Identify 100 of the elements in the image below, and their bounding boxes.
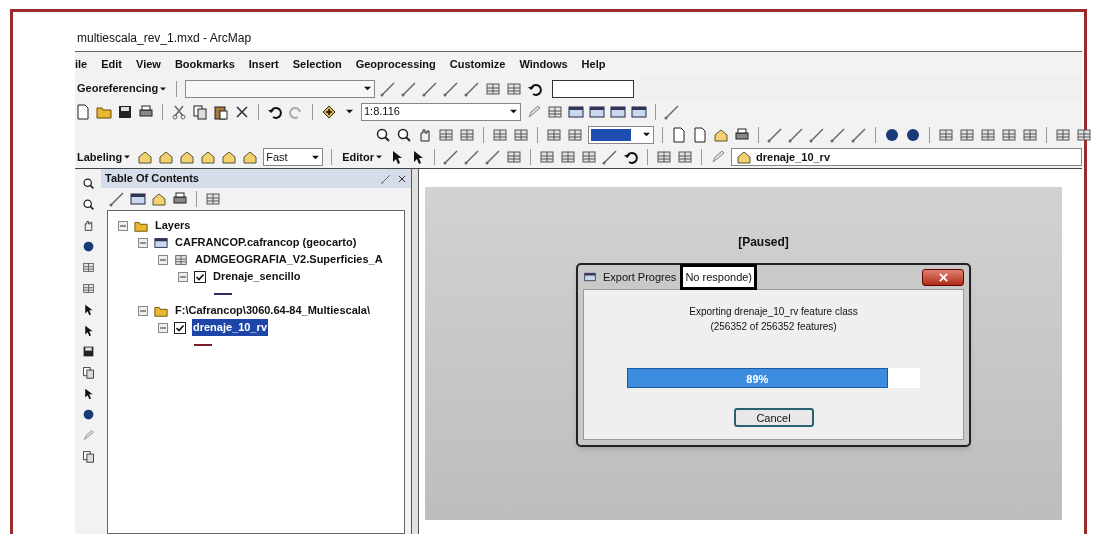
editor-menu[interactable]: Editor: [340, 148, 384, 166]
zoom-icon[interactable]: [375, 126, 391, 143]
zoom-icon[interactable]: [396, 126, 412, 143]
grid-icon[interactable]: [506, 149, 522, 165]
menu-item[interactable]: Windows: [519, 56, 568, 73]
menu-item[interactable]: Insert: [248, 56, 279, 73]
grid-icon[interactable]: [567, 126, 583, 143]
menu-item[interactable]: Bookmarks: [174, 56, 235, 73]
grid-icon[interactable]: [959, 126, 975, 143]
zoom-icon[interactable]: [81, 177, 95, 190]
grid-icon[interactable]: [438, 126, 454, 143]
copy-icon[interactable]: [81, 450, 95, 463]
target-layer-dropdown[interactable]: drenaje_10_rv: [731, 148, 1082, 166]
line-tool-icon[interactable]: [109, 191, 125, 207]
undo-icon[interactable]: [623, 149, 639, 165]
copy-icon[interactable]: [192, 103, 208, 120]
layer-name[interactable]: Layers: [154, 217, 192, 234]
collapse-icon[interactable]: [178, 271, 188, 282]
menu-item[interactable]: Geoprocessing: [355, 56, 436, 73]
window-icon[interactable]: [631, 103, 647, 120]
zoom-icon[interactable]: [81, 198, 95, 211]
checkbox[interactable]: [194, 270, 206, 283]
grid-icon[interactable]: [205, 191, 221, 207]
label-quality-dropdown[interactable]: Fast: [263, 148, 324, 166]
grid-icon[interactable]: [506, 80, 523, 97]
panel-splitter[interactable]: [411, 169, 419, 534]
line-tool-icon[interactable]: [809, 126, 825, 143]
layer-name[interactable]: ADMGEOGRAFIA_V2.Superficies_A: [194, 251, 384, 268]
grid-icon[interactable]: [1076, 126, 1092, 143]
printer-icon[interactable]: [734, 126, 750, 143]
grid-icon[interactable]: [938, 126, 954, 143]
menu-item[interactable]: Edit: [101, 56, 122, 73]
grid-icon[interactable]: [539, 149, 555, 165]
grid-icon[interactable]: [513, 126, 529, 143]
add-data-icon[interactable]: [321, 103, 337, 120]
grid-icon[interactable]: [656, 149, 672, 165]
line-tool-icon[interactable]: [443, 80, 460, 97]
cancel-button[interactable]: Cancel: [733, 408, 814, 427]
menu-item[interactable]: Customize: [449, 56, 506, 73]
window-icon[interactable]: [568, 103, 584, 120]
delete-icon[interactable]: [397, 173, 407, 184]
line-tool-icon[interactable]: [464, 80, 481, 97]
collapse-icon[interactable]: [138, 305, 148, 316]
grid-icon[interactable]: [459, 126, 475, 143]
layer-name[interactable]: drenaje_10_rv: [192, 319, 268, 336]
menu-item[interactable]: Help: [581, 56, 606, 73]
window-icon[interactable]: [589, 103, 605, 120]
checkbox[interactable]: [174, 321, 186, 334]
grid-icon[interactable]: [1055, 126, 1071, 143]
paste-icon[interactable]: [213, 103, 229, 120]
grid-icon[interactable]: [547, 103, 563, 120]
printer-icon[interactable]: [138, 103, 154, 120]
window-icon[interactable]: [130, 191, 146, 207]
delete-icon[interactable]: [234, 103, 250, 120]
line-tool-icon[interactable]: [851, 126, 867, 143]
line-tool-icon[interactable]: [788, 126, 804, 143]
pencil-icon[interactable]: [710, 149, 726, 165]
line-tool-icon[interactable]: [443, 149, 459, 165]
new-document-icon[interactable]: [671, 126, 687, 143]
menu-item[interactable]: View: [136, 56, 161, 73]
menu-item[interactable]: Selection: [292, 56, 342, 73]
grid-icon[interactable]: [81, 261, 95, 274]
close-button[interactable]: [922, 268, 964, 286]
menu-item[interactable]: ile: [75, 56, 88, 73]
save-icon[interactable]: [117, 103, 133, 120]
printer-icon[interactable]: [172, 191, 188, 207]
grid-icon[interactable]: [581, 149, 597, 165]
collapse-icon[interactable]: [138, 237, 148, 248]
line-tool-icon[interactable]: [602, 149, 618, 165]
grid-icon[interactable]: [492, 126, 508, 143]
line-tool-icon[interactable]: [485, 149, 501, 165]
new-document-icon[interactable]: [692, 126, 708, 143]
collapse-icon[interactable]: [118, 220, 128, 231]
pencil-icon[interactable]: [526, 103, 542, 120]
selected-dropdown[interactable]: [588, 125, 654, 144]
line-tool-icon[interactable]: [830, 126, 846, 143]
grid-icon[interactable]: [980, 126, 996, 143]
window-icon[interactable]: [154, 235, 168, 250]
text-field[interactable]: [552, 79, 635, 98]
grid-icon[interactable]: [546, 126, 562, 143]
hand-icon[interactable]: [417, 126, 433, 143]
grid-icon[interactable]: [560, 149, 576, 165]
labeling-menu[interactable]: Labeling: [75, 148, 133, 166]
layer-name[interactable]: F:\Cafrancop\3060.64-84_Multiescala\: [174, 302, 372, 319]
grid-icon[interactable]: [485, 80, 502, 97]
window-icon[interactable]: [610, 103, 626, 120]
scissors-icon[interactable]: [171, 103, 187, 120]
line-tool-icon[interactable]: [380, 80, 397, 97]
collapse-icon[interactable]: [158, 322, 168, 333]
grid-icon[interactable]: [1001, 126, 1017, 143]
grid-icon[interactable]: [1022, 126, 1038, 143]
grid-icon[interactable]: [677, 149, 693, 165]
line-tool-icon[interactable]: [767, 126, 783, 143]
line-tool-icon[interactable]: [664, 103, 680, 120]
new-document-icon[interactable]: [75, 103, 91, 120]
layer-name[interactable]: Drenaje_sencillo: [212, 268, 302, 285]
window-icon[interactable]: [583, 271, 597, 283]
line-tool-icon[interactable]: [464, 149, 480, 165]
collapse-icon[interactable]: [158, 254, 168, 265]
line-tool-icon[interactable]: [401, 80, 418, 97]
